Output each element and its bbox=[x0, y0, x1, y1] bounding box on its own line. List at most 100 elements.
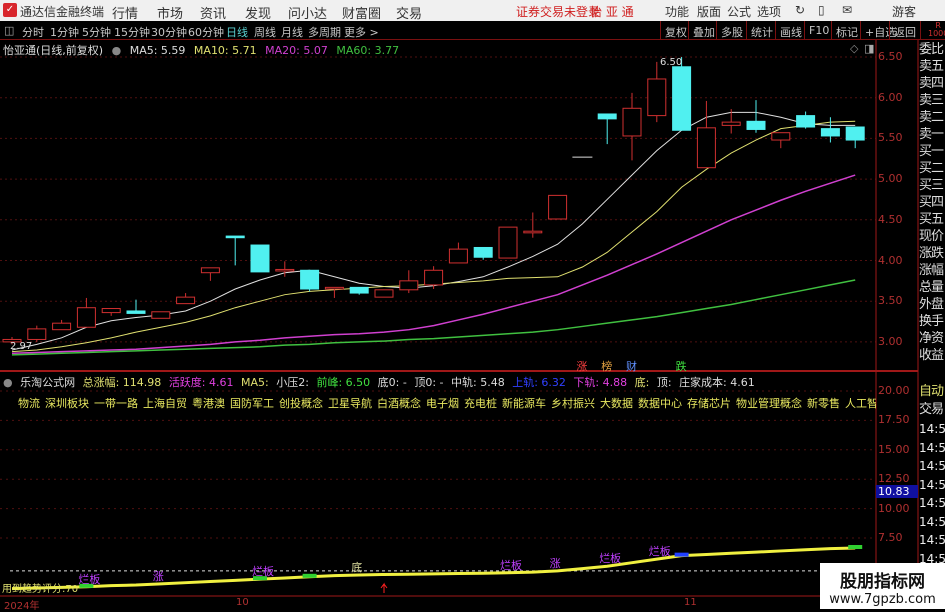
prev-high: 前峰: 6.50 bbox=[316, 376, 371, 389]
indicator-tick: 20.00 bbox=[878, 384, 910, 397]
candle-body bbox=[647, 78, 667, 117]
concept-tag[interactable]: 卫星导航 bbox=[328, 397, 372, 410]
signal-marker: 财 bbox=[626, 360, 637, 373]
concept-tag[interactable]: 乡村振兴 bbox=[551, 397, 595, 410]
tick-time: 14:56 bbox=[919, 533, 945, 547]
candle[interactable] bbox=[76, 297, 96, 328]
concept-tag[interactable]: 粤港澳 bbox=[192, 397, 225, 410]
candle-body bbox=[597, 113, 617, 120]
concept-tag[interactable]: 深圳板块 bbox=[45, 397, 89, 410]
indicator-tick: 12.50 bbox=[878, 472, 910, 486]
quote-field: 买一 bbox=[919, 144, 944, 159]
indicator-settings-icon[interactable]: ● bbox=[3, 376, 13, 389]
tick-time: 14:56 bbox=[919, 514, 945, 529]
candle[interactable] bbox=[27, 325, 47, 342]
candle[interactable] bbox=[424, 266, 444, 289]
concept-tag[interactable]: 国防军工 bbox=[230, 397, 274, 410]
small-pressure: 小压2: bbox=[276, 376, 309, 389]
quote-field: 买四 bbox=[919, 195, 944, 210]
candle[interactable] bbox=[473, 246, 493, 260]
concept-tag[interactable]: 白酒概念 bbox=[377, 397, 421, 410]
signal-bar bbox=[674, 552, 689, 557]
candle[interactable] bbox=[399, 270, 419, 294]
ma-line-ma5 bbox=[11, 111, 856, 351]
price-tick: 5.00 bbox=[878, 172, 903, 186]
tick-time: 14:56 bbox=[919, 459, 945, 473]
concept-tag[interactable]: 大数据 bbox=[600, 397, 633, 410]
indicator-label: 涨 bbox=[152, 569, 164, 583]
candle-body bbox=[300, 269, 320, 290]
candle-body bbox=[771, 132, 791, 141]
candle[interactable] bbox=[300, 269, 320, 292]
candle[interactable] bbox=[523, 212, 543, 238]
candle-body bbox=[176, 296, 196, 305]
quote-field: 卖五 bbox=[919, 59, 944, 74]
indicator-label: 烂板 bbox=[599, 552, 622, 566]
auto-label[interactable]: 自动 bbox=[919, 384, 945, 401]
indicator-label: 底 bbox=[351, 561, 363, 575]
candle[interactable] bbox=[448, 242, 468, 264]
price-tick: 6.00 bbox=[878, 90, 903, 104]
indicator-label: 烂板 bbox=[648, 545, 671, 559]
candle[interactable] bbox=[52, 319, 72, 331]
tick-time: 14:56 bbox=[919, 477, 945, 492]
price-tick: 5.50 bbox=[878, 131, 903, 145]
candle[interactable] bbox=[746, 100, 766, 133]
candle-body bbox=[151, 311, 171, 319]
indicator-header: ● 乐淘公式网 总涨幅: 114.98 活跃度: 4.61 MA5: 小压2: … bbox=[3, 374, 759, 390]
candle-body bbox=[746, 120, 766, 130]
concept-tag[interactable]: 上海自贸 bbox=[143, 397, 187, 410]
candle[interactable] bbox=[126, 299, 146, 314]
candle[interactable] bbox=[647, 61, 667, 123]
candle[interactable] bbox=[597, 113, 617, 145]
candle[interactable] bbox=[498, 226, 518, 259]
current-value-badge: 10.83 bbox=[876, 485, 918, 498]
signal-marker: 跌 bbox=[675, 360, 687, 373]
signal-bar bbox=[302, 573, 317, 578]
candle[interactable] bbox=[151, 311, 171, 319]
concept-tag[interactable]: 一带一路 bbox=[94, 397, 138, 410]
xaxis-oct: 10 bbox=[236, 597, 249, 608]
upper-band: 上轨: 6.32 bbox=[512, 376, 566, 389]
candle[interactable] bbox=[845, 126, 865, 149]
concept-tag[interactable]: 人工智能 bbox=[845, 397, 876, 410]
candle[interactable] bbox=[622, 92, 642, 161]
quote-field: 委比 bbox=[919, 42, 944, 57]
candle[interactable] bbox=[349, 286, 369, 295]
quote-field: 现价 bbox=[919, 229, 944, 244]
candle-body bbox=[498, 226, 518, 259]
indicator-name[interactable]: 乐淘公式网 bbox=[20, 376, 75, 389]
concept-tag[interactable]: 物业管理概念 bbox=[736, 397, 802, 410]
candle-body bbox=[250, 244, 270, 273]
candle[interactable] bbox=[771, 132, 791, 149]
candle[interactable] bbox=[796, 111, 816, 129]
dealer-cost: 庄家成本: 4.61 bbox=[679, 376, 755, 389]
indicator-tick: 17.50 bbox=[878, 413, 910, 427]
candle[interactable] bbox=[176, 293, 196, 305]
indicator-tick: 7.50 bbox=[878, 531, 903, 544]
tick-time: 14:56 bbox=[919, 440, 945, 455]
quote-field: 涨跌 bbox=[919, 246, 944, 261]
kline-chart[interactable] bbox=[0, 0, 945, 609]
quote-field: 外盘 bbox=[919, 297, 944, 312]
concept-tag[interactable]: 新零售 bbox=[807, 397, 840, 410]
candle[interactable] bbox=[548, 194, 568, 220]
candle[interactable] bbox=[200, 267, 220, 281]
concept-tag[interactable]: 新能源车 bbox=[502, 397, 546, 410]
candle[interactable] bbox=[324, 286, 344, 298]
concept-tag[interactable]: 电子烟 bbox=[426, 397, 459, 410]
candle[interactable] bbox=[696, 100, 716, 169]
trade-label[interactable]: 交易 bbox=[919, 402, 945, 419]
concept-tag[interactable]: 创投概念 bbox=[279, 397, 323, 410]
candle-body bbox=[101, 308, 121, 314]
candle-body bbox=[399, 280, 419, 291]
concept-tag[interactable]: 物流 bbox=[18, 397, 40, 410]
candle[interactable] bbox=[250, 244, 270, 273]
concept-tag[interactable]: 存储芯片 bbox=[687, 397, 731, 410]
concept-tag[interactable]: 充电桩 bbox=[464, 397, 497, 410]
quote-field: 买二 bbox=[919, 161, 944, 176]
candle-body bbox=[324, 286, 344, 290]
candle[interactable] bbox=[374, 289, 394, 298]
concept-tag[interactable]: 数据中心 bbox=[638, 397, 682, 410]
candle[interactable] bbox=[101, 308, 121, 316]
